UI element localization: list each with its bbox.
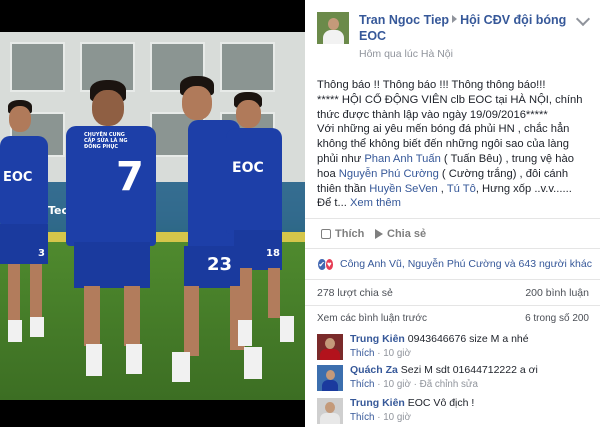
post-author-line: Tran Ngoc Tiep Hội CĐV đội bóng EOC [359,12,579,44]
comments-header: Xem các bình luận trước 6 trong số 200 [317,313,589,324]
comment-text: Quách Za Sezi M sdt 01644712222 a ơi [350,364,538,376]
divider [305,279,600,280]
post-photo[interactable]: Tech EOC 3 CHUYÊN CUNG CẤP SỬA LÀ NG ĐỒN… [0,0,305,427]
comment-time[interactable]: 10 giờ [383,379,411,390]
thumbs-up-icon [321,229,331,239]
comment-time[interactable]: 10 giờ [383,412,411,423]
comment-like-link[interactable]: Thích [350,348,375,359]
comment-meta: Thích · 10 giờ [350,348,411,359]
jersey-number: 7 [116,154,144,200]
comment-count[interactable]: 200 bình luận [525,287,589,299]
post-text-line: Thông báo !! Thông báo !!! Thông thông b… [317,79,546,91]
comment-meta: Thích · 10 giờ [350,412,411,423]
post-text-truncated: Để t... Xem thêm [317,197,401,210]
share-count[interactable]: 278 lượt chia sẻ [317,287,393,299]
comment-time[interactable]: 10 giờ [383,348,411,359]
commenter-avatar[interactable] [317,334,343,360]
jersey-number: 3 [38,248,45,259]
comment-like-link[interactable]: Thích [350,412,375,423]
divider [305,305,600,306]
comment-like-link[interactable]: Thích [350,379,375,390]
window [220,42,275,92]
view-previous-comments-link[interactable]: Xem các bình luận trước [317,313,427,324]
post-timestamp[interactable]: Hôm qua lúc Hà Nội [359,48,453,60]
arrow-right-icon [452,15,458,23]
divider [305,218,600,219]
comment-text: Trung Kiên EOC Vô địch ! [350,397,475,409]
comment-item: Quách Za Sezi M sdt 01644712222 a ơi Thí… [317,364,589,394]
share-icon [375,229,383,239]
post-time[interactable]: Hôm qua lúc [359,48,418,60]
divider [305,248,600,249]
edited-label[interactable]: Đã chỉnh sửa [420,379,478,390]
author-name[interactable]: Tran Ngoc Tiep [359,13,449,27]
mention-link[interactable]: Tú Tô [447,183,476,195]
reactions-text: Công Anh Vũ, Nguyễn Phú Cường và 643 ngư… [340,258,592,270]
like-button[interactable]: Thích [321,228,364,240]
reactions-summary[interactable]: ✔ ♥ Công Anh Vũ, Nguyễn Phú Cường và 643… [317,256,592,272]
comment-meta: Thích · 10 giờ · Đã chỉnh sửa [350,379,478,390]
jersey-number: 18 [266,248,280,259]
window [10,42,65,92]
post-actions: Thích Chia sẻ [317,228,589,244]
commenter-name[interactable]: Trung Kiên [350,333,405,345]
facebook-post-card: Tran Ngoc Tiep Hội CĐV đội bóng EOC Hôm q… [305,0,600,427]
post-text-paragraph: Với những ai yêu mến bóng đá phủi HN , c… [317,123,574,195]
football-team-image: Tech EOC 3 CHUYÊN CUNG CẤP SỬA LÀ NG ĐỒN… [0,32,305,400]
mention-link[interactable]: Nguyễn Phú Cường [339,168,439,180]
post-header: Tran Ngoc Tiep Hội CĐV đội bóng EOC Hôm q… [305,0,600,66]
post-body: Thông báo !! Thông báo !!! Thông thông b… [317,78,589,211]
post-text-line: ***** HỘI CỔ ĐỘNG VIÊN clb EOC tại HÀ NỘ… [317,93,583,121]
mention-link[interactable]: Huyền SeVen [369,183,437,195]
comment-item: Trung Kiên 0943646676 size M a nhé Thích… [317,333,589,363]
comment-text: Trung Kiên 0943646676 size M a nhé [350,333,529,345]
see-more-link[interactable]: Xem thêm [350,197,401,209]
jersey-sponsor: CHUYÊN CUNG CẤP SỬA LÀ NG ĐỒNG PHỤC [84,132,128,150]
share-button[interactable]: Chia sẻ [375,228,426,240]
commenter-name[interactable]: Trung Kiên [350,397,405,409]
post-stats: 278 lượt chia sẻ 200 bình luận [317,287,589,299]
commenter-avatar[interactable] [317,398,343,424]
jersey-number: 23 [207,254,233,275]
post-location[interactable]: Hà Nội [421,48,453,60]
love-reaction-icon: ♥ [324,257,334,271]
jersey-text: EOC [3,170,33,185]
commenter-name[interactable]: Quách Za [350,364,398,376]
commenter-avatar[interactable] [317,365,343,391]
mention-link[interactable]: Phan Anh Tuấn [364,153,441,165]
author-avatar[interactable] [317,12,349,44]
jersey-text: EOC [232,160,264,176]
comments-count-label: 6 trong số 200 [525,313,589,324]
comment-item: Trung Kiên EOC Vô địch ! Thích · 10 giờ [317,397,589,427]
